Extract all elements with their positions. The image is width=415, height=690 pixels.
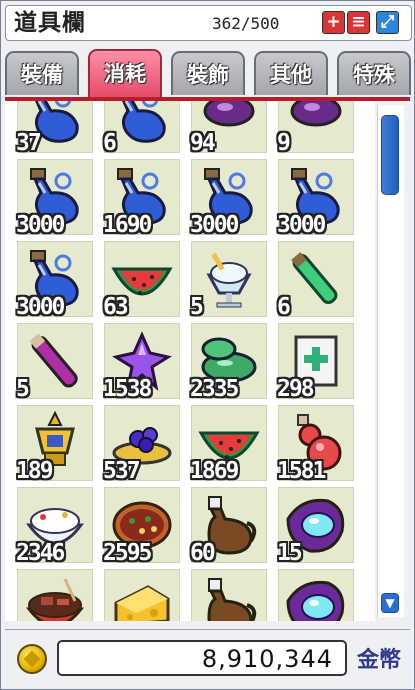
item-slot[interactable]: 359 [278,569,354,621]
item-slot[interactable]: 6 [277,241,354,320]
item-quantity: 3000 [277,212,326,238]
currency-label: 金幣 [357,648,402,673]
item-quantity: 537 [103,458,141,484]
item-quantity: 9 [277,130,291,156]
item-slot[interactable]: 5 [190,241,267,320]
tab-1[interactable]: 消耗 [88,49,162,97]
gold-display: 8,910,344 [57,640,347,676]
tab-4[interactable]: 特殊 [337,51,411,95]
category-tabs: 裝備 消耗 裝飾 其他 特殊 [5,47,411,97]
item-quantity: 1869 [190,458,239,484]
item-quantity: 298 [277,376,315,402]
scroll-down-button[interactable]: ▼ [381,593,399,613]
item-quantity: 37 [16,130,42,156]
item-quantity: 189 [16,458,54,484]
item-slot[interactable]: 9 [277,101,354,156]
item-slot[interactable]: 1690 [103,159,180,238]
item-slot[interactable]: 3000 [16,159,93,238]
item-slot[interactable]: 2595 [103,487,180,566]
item-quantity: 1690 [103,212,152,238]
item-quantity: 15 [277,540,303,566]
gold-amount: 8,910,344 [201,645,333,673]
item-slot[interactable]: 2346 [16,487,93,566]
inventory-header: 道具欄 362/500 + ≡ ⤢ [5,5,412,41]
item-slot[interactable]: 60 [190,487,267,566]
scroll-thumb[interactable] [381,115,399,195]
currency-bar: 8,910,344 金幣 [5,629,410,686]
item-slot[interactable]: 3000 [16,241,93,320]
item-slot[interactable]: 722 [104,569,180,621]
item-slot[interactable]: 189 [16,405,93,484]
item-grid: 37 6 94 9 3000 1690 3000 3000 3000 63 5 6 5 1538 2335 2… [5,101,375,621]
item-slot[interactable]: 63 [103,241,180,320]
item-slot[interactable]: 1581 [277,405,354,484]
item-slot[interactable]: 2335 [190,323,267,402]
item-slot[interactable]: 9 [17,569,93,621]
item-slot[interactable]: 37 [16,101,93,156]
expand-button[interactable]: ⤢ [376,11,399,34]
item-quantity: 3000 [16,294,65,320]
item-quantity: 1581 [277,458,326,484]
item-slot[interactable]: 15 [277,487,354,566]
item-slot[interactable]: 1538 [103,323,180,402]
item-slot[interactable]: 5 [16,323,93,402]
item-quantity: 6 [277,294,291,320]
tab-0[interactable]: 裝備 [5,51,79,95]
item-slot[interactable]: 298 [277,323,354,402]
item-quantity: 2335 [190,376,239,402]
item-slot[interactable]: 537 [103,405,180,484]
add-button[interactable]: + [322,11,345,34]
item-quantity: 3000 [190,212,239,238]
item-quantity: 2595 [103,540,152,566]
item-quantity: 60 [190,540,216,566]
gold-coin-icon [17,644,47,674]
item-slot[interactable]: 3000 [277,159,354,238]
tab-2[interactable]: 裝飾 [171,51,245,95]
item-slot[interactable]: 94 [190,101,267,156]
item-quantity: 2346 [16,540,65,566]
item-quantity: 3000 [16,212,65,238]
scrollbar[interactable]: ▼ [377,105,404,617]
item-slot[interactable]: 1869 [190,405,267,484]
inventory-title: 道具欄 [14,10,86,36]
item-slot[interactable]: 3000 [190,159,267,238]
item-slot[interactable]: 6 [103,101,180,156]
inventory-window: 道具欄 362/500 + ≡ ⤢ 裝備 消耗 裝飾 其他 特殊 37 6 94 9 3000 1… [0,0,415,690]
item-quantity: 5 [16,376,30,402]
item-quantity: 94 [190,130,216,156]
item-quantity: 63 [103,294,129,320]
tab-3[interactable]: 其他 [254,51,328,95]
inventory-capacity: 362/500 [212,14,280,33]
item-quantity: 5 [190,294,204,320]
item-quantity: 6 [103,130,117,156]
item-slot[interactable]: 1628 [191,569,267,621]
item-quantity: 1538 [103,376,152,402]
menu-button[interactable]: ≡ [347,11,370,34]
